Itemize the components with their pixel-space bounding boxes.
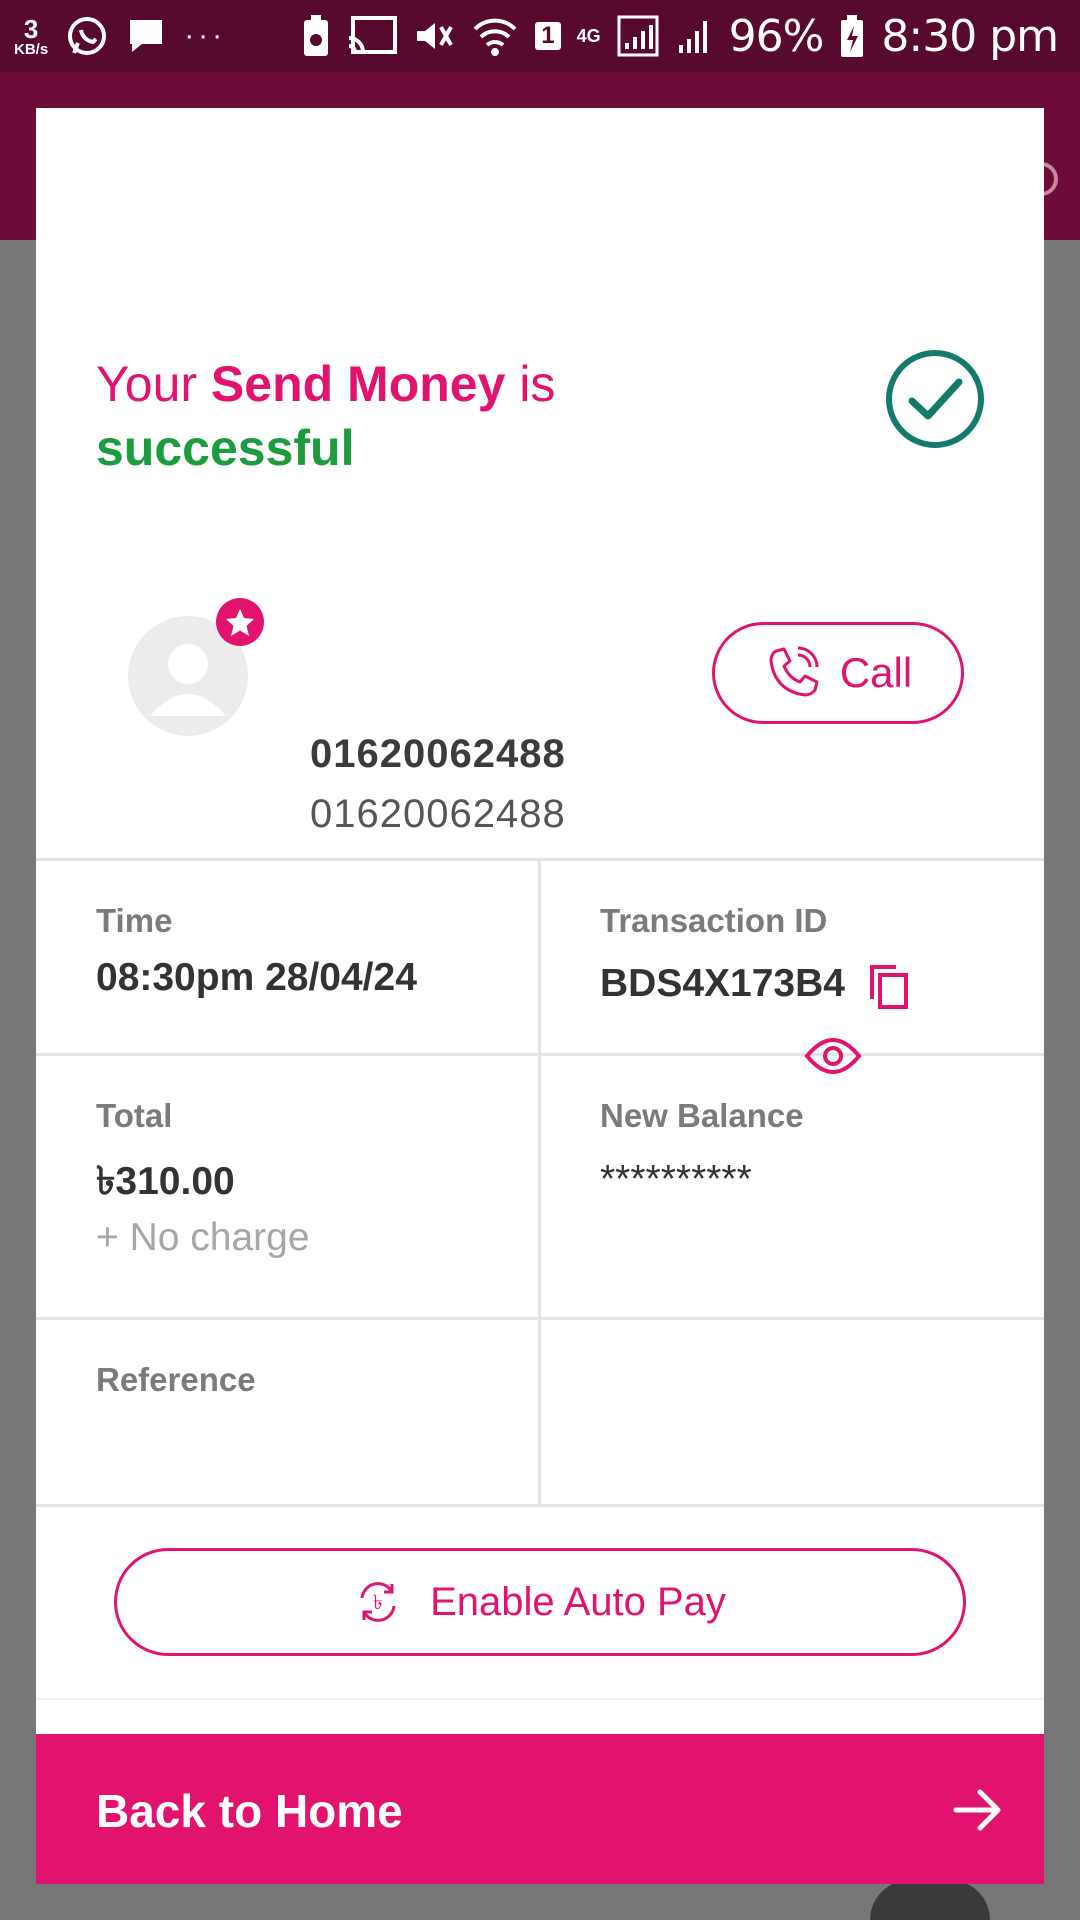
net-speed: 3 KB/s: [14, 13, 49, 58]
success-sheet: Your Send Money is successful 01620062488…: [36, 108, 1044, 1884]
back-to-home-button[interactable]: Back to Home: [36, 1734, 1044, 1884]
eye-icon[interactable]: [804, 1036, 862, 1076]
wifi-icon: [473, 18, 517, 56]
background-fab: [870, 1880, 990, 1920]
cast-icon: [348, 16, 398, 54]
message-icon: [130, 20, 163, 52]
favorite-badge[interactable]: [216, 598, 264, 646]
battery-icon: [841, 15, 864, 57]
new-balance-label: New Balance: [600, 1097, 804, 1134]
grid-divider: [36, 1504, 1044, 1507]
grid-divider: [36, 1317, 1044, 1320]
transaction-id-value: BDS4X173B4: [600, 962, 845, 1005]
reference-label: Reference: [96, 1361, 256, 1398]
new-balance-masked: **********: [600, 1158, 752, 1201]
arrow-right-icon: [953, 1789, 1001, 1831]
check-circle-icon: [886, 350, 984, 448]
recipient-number: 01620062488: [310, 792, 566, 836]
grid-divider: [36, 1053, 1044, 1056]
whatsapp-icon: [68, 17, 107, 55]
star-icon: [226, 609, 254, 636]
auto-pay-label: Enable Auto Pay: [430, 1579, 726, 1624]
copy-icon[interactable]: [868, 963, 910, 1011]
charge-note: + No charge: [96, 1216, 310, 1259]
network-type: 4G: [576, 26, 601, 46]
back-to-home-label: Back to Home: [96, 1785, 403, 1837]
total-label: Total: [96, 1097, 173, 1134]
call-label: Call: [839, 649, 913, 696]
grid-divider: [538, 861, 541, 1507]
signal-icon: [617, 15, 659, 57]
success-headline: Your Send Money is successful: [96, 356, 556, 476]
signal-icon: [678, 21, 707, 53]
svg-text:৳: ৳: [373, 1590, 383, 1614]
clock: 8:30 pm: [881, 10, 1059, 62]
status-bar: 3 KB/s ··· 1 4G 96% 8:30 pm: [0, 0, 1080, 72]
overflow-dots: ···: [184, 19, 227, 52]
sim-badge: 1: [535, 22, 561, 50]
phone-icon: [769, 646, 819, 697]
divider: [36, 1698, 1044, 1700]
transaction-id-label: Transaction ID: [600, 902, 828, 939]
recipient-name: 01620062488: [310, 732, 566, 776]
total-value: ৳310.00: [96, 1160, 235, 1203]
battery-saver-icon: [304, 15, 329, 56]
autopay-icon: ৳: [360, 1582, 396, 1622]
time-label: Time: [96, 902, 173, 939]
enable-auto-pay-button[interactable]: ৳ Enable Auto Pay: [114, 1548, 966, 1656]
vibrate-icon: [417, 23, 453, 49]
time-value: 08:30pm 28/04/24: [96, 956, 417, 999]
call-button[interactable]: Call: [712, 622, 964, 724]
battery-percent: 96%: [728, 10, 825, 62]
